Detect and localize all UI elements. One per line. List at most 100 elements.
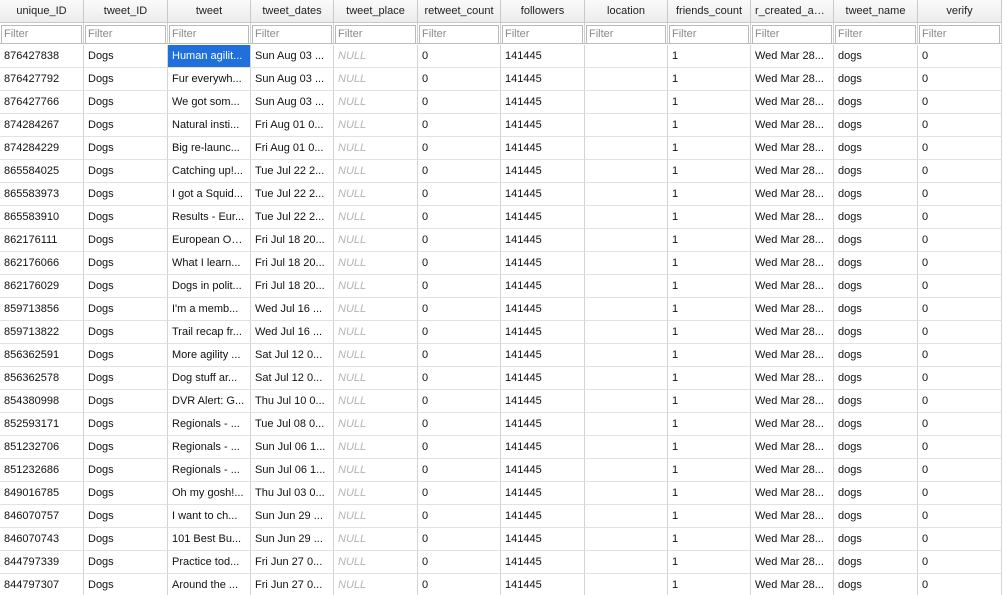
cell-followers[interactable]: 141445	[501, 137, 585, 160]
cell-followers[interactable]: 141445	[501, 459, 585, 482]
cell-location[interactable]	[585, 528, 668, 551]
cell-retweet-count[interactable]: 0	[418, 459, 501, 482]
cell-tweet-id[interactable]: Dogs	[84, 229, 168, 252]
cell-verify[interactable]: 0	[918, 206, 1002, 229]
cell-tweet-id[interactable]: Dogs	[84, 436, 168, 459]
cell-tweet-name[interactable]: dogs	[834, 206, 918, 229]
table-row[interactable]: 874284267 Dogs Natural insti... Fri Aug 01 …	[0, 114, 1002, 137]
cell-tweet-id[interactable]: Dogs	[84, 505, 168, 528]
cell-tweet[interactable]: I'm a memb...	[168, 298, 251, 321]
cell-location[interactable]	[585, 413, 668, 436]
table-row[interactable]: 854380998 Dogs DVR Alert: G... Thu Jul 10 0…	[0, 390, 1002, 413]
cell-tweet-place[interactable]: NULL	[334, 91, 418, 114]
cell-followers[interactable]: 141445	[501, 252, 585, 275]
cell-retweet-count[interactable]: 0	[418, 45, 501, 68]
cell-followers[interactable]: 141445	[501, 505, 585, 528]
cell-retweet-count[interactable]: 0	[418, 206, 501, 229]
cell-tweet-id[interactable]: Dogs	[84, 390, 168, 413]
cell-tweet-place[interactable]: NULL	[334, 298, 418, 321]
cell-verify[interactable]: 0	[918, 114, 1002, 137]
cell-r-created-acco[interactable]: Wed Mar 28...	[751, 183, 834, 206]
table-row[interactable]: 862176066 Dogs What I learn... Fri Jul 18 2…	[0, 252, 1002, 275]
cell-unique-id[interactable]: 846070743	[0, 528, 84, 551]
cell-retweet-count[interactable]: 0	[418, 482, 501, 505]
cell-tweet-dates[interactable]: Sat Jul 12 0...	[251, 367, 334, 390]
cell-r-created-acco[interactable]: Wed Mar 28...	[751, 482, 834, 505]
cell-tweet-place[interactable]: NULL	[334, 367, 418, 390]
cell-verify[interactable]: 0	[918, 551, 1002, 574]
cell-tweet-dates[interactable]: Fri Jul 18 20...	[251, 275, 334, 298]
cell-r-created-acco[interactable]: Wed Mar 28...	[751, 114, 834, 137]
cell-tweet-dates[interactable]: Fri Aug 01 0...	[251, 114, 334, 137]
cell-unique-id[interactable]: 851232706	[0, 436, 84, 459]
table-row[interactable]: 865583973 Dogs I got a Squid... Tue Jul 22 …	[0, 183, 1002, 206]
cell-location[interactable]	[585, 206, 668, 229]
cell-verify[interactable]: 0	[918, 413, 1002, 436]
cell-tweet-dates[interactable]: Thu Jul 10 0...	[251, 390, 334, 413]
cell-friends-count[interactable]: 1	[668, 229, 751, 252]
cell-tweet[interactable]: Natural insti...	[168, 114, 251, 137]
cell-unique-id[interactable]: 876427766	[0, 91, 84, 114]
cell-followers[interactable]: 141445	[501, 413, 585, 436]
filter-input-verify[interactable]	[919, 24, 1000, 43]
cell-friends-count[interactable]: 1	[668, 436, 751, 459]
table-row[interactable]: 876427766 Dogs We got som... Sun Aug 03 ...…	[0, 91, 1002, 114]
cell-followers[interactable]: 141445	[501, 436, 585, 459]
cell-verify[interactable]: 0	[918, 482, 1002, 505]
cell-tweet-id[interactable]: Dogs	[84, 298, 168, 321]
cell-verify[interactable]: 0	[918, 68, 1002, 91]
cell-tweet-place[interactable]: NULL	[334, 114, 418, 137]
cell-retweet-count[interactable]: 0	[418, 160, 501, 183]
cell-tweet-dates[interactable]: Thu Jul 03 0...	[251, 482, 334, 505]
cell-verify[interactable]: 0	[918, 298, 1002, 321]
cell-tweet-id[interactable]: Dogs	[84, 482, 168, 505]
filter-input-tweet-id[interactable]	[85, 24, 166, 43]
column-header-tweet-dates[interactable]: tweet_dates	[251, 0, 334, 23]
cell-tweet-name[interactable]: dogs	[834, 528, 918, 551]
cell-unique-id[interactable]: 851232686	[0, 459, 84, 482]
cell-location[interactable]	[585, 574, 668, 595]
column-header-r-created-acco[interactable]: r_created_acco	[751, 0, 834, 23]
cell-tweet-name[interactable]: dogs	[834, 68, 918, 91]
cell-tweet-dates[interactable]: Tue Jul 22 2...	[251, 206, 334, 229]
cell-tweet[interactable]: Dog stuff ar...	[168, 367, 251, 390]
cell-tweet-place[interactable]: NULL	[334, 160, 418, 183]
table-row[interactable]: 856362591 Dogs More agility ... Sat Jul 12 …	[0, 344, 1002, 367]
cell-tweet[interactable]: I got a Squid...	[168, 183, 251, 206]
cell-tweet-id[interactable]: Dogs	[84, 68, 168, 91]
cell-verify[interactable]: 0	[918, 137, 1002, 160]
cell-r-created-acco[interactable]: Wed Mar 28...	[751, 91, 834, 114]
cell-unique-id[interactable]: 862176111	[0, 229, 84, 252]
cell-friends-count[interactable]: 1	[668, 252, 751, 275]
filter-input-friends-count[interactable]	[669, 24, 749, 43]
cell-tweet-place[interactable]: NULL	[334, 321, 418, 344]
cell-friends-count[interactable]: 1	[668, 68, 751, 91]
cell-tweet-place[interactable]: NULL	[334, 551, 418, 574]
cell-friends-count[interactable]: 1	[668, 551, 751, 574]
cell-location[interactable]	[585, 390, 668, 413]
cell-verify[interactable]: 0	[918, 367, 1002, 390]
cell-followers[interactable]: 141445	[501, 390, 585, 413]
cell-followers[interactable]: 141445	[501, 45, 585, 68]
cell-verify[interactable]: 0	[918, 160, 1002, 183]
cell-tweet-name[interactable]: dogs	[834, 390, 918, 413]
cell-followers[interactable]: 141445	[501, 574, 585, 595]
cell-tweet[interactable]: We got som...	[168, 91, 251, 114]
cell-friends-count[interactable]: 1	[668, 298, 751, 321]
cell-tweet-name[interactable]: dogs	[834, 229, 918, 252]
cell-location[interactable]	[585, 68, 668, 91]
cell-location[interactable]	[585, 252, 668, 275]
cell-tweet-id[interactable]: Dogs	[84, 459, 168, 482]
cell-r-created-acco[interactable]: Wed Mar 28...	[751, 298, 834, 321]
cell-verify[interactable]: 0	[918, 183, 1002, 206]
cell-friends-count[interactable]: 1	[668, 321, 751, 344]
cell-friends-count[interactable]: 1	[668, 160, 751, 183]
cell-r-created-acco[interactable]: Wed Mar 28...	[751, 68, 834, 91]
cell-verify[interactable]: 0	[918, 344, 1002, 367]
cell-tweet-name[interactable]: dogs	[834, 436, 918, 459]
cell-retweet-count[interactable]: 0	[418, 91, 501, 114]
table-row[interactable]: 851232706 Dogs Regionals - ... Sun Jul 06 1…	[0, 436, 1002, 459]
cell-retweet-count[interactable]: 0	[418, 551, 501, 574]
table-row[interactable]: 865583910 Dogs Results - Eur... Tue Jul 22 …	[0, 206, 1002, 229]
cell-r-created-acco[interactable]: Wed Mar 28...	[751, 436, 834, 459]
